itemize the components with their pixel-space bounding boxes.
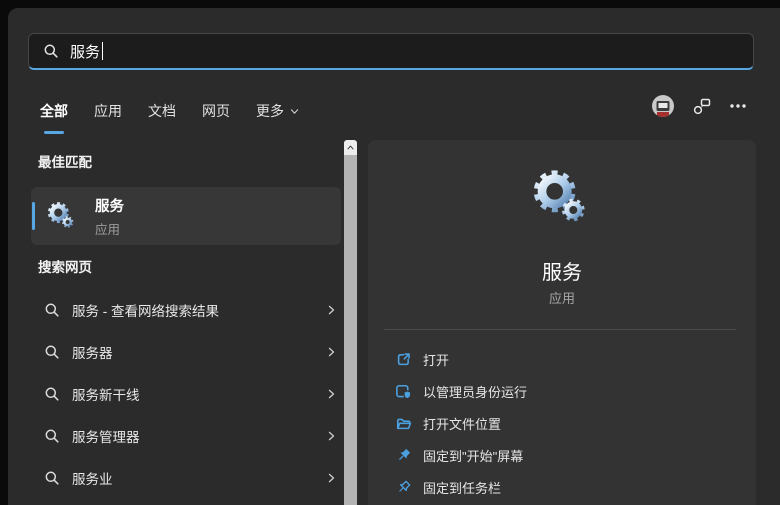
folder-icon <box>396 418 412 429</box>
services-gears-icon-large <box>528 166 592 230</box>
user-avatar[interactable] <box>651 94 675 118</box>
services-gears-icon <box>45 200 77 232</box>
search-web-header: 搜索网页 <box>38 260 92 275</box>
chevron-right-icon[interactable] <box>325 388 338 401</box>
action-pin-to-start[interactable]: 固定到"开始"屏幕 <box>368 439 756 471</box>
search-icon <box>44 386 60 402</box>
run-as-admin-icon <box>396 384 412 399</box>
tab-label: 网页 <box>202 103 230 119</box>
suggestion-label: 服务管理器 <box>72 430 140 445</box>
tab-label: 全部 <box>40 103 68 119</box>
suggestion-label: 服务新干线 <box>72 388 140 403</box>
chevron-down-icon <box>290 108 299 114</box>
app-actions-list: 打开 以管理员身份运行 打开文件位置 固定到"开始"屏幕 固定到任务栏 <box>368 343 756 503</box>
search-icon <box>44 344 60 360</box>
best-match-header: 最佳匹配 <box>38 155 92 170</box>
action-label: 以管理员身份运行 <box>423 384 528 400</box>
search-icon <box>44 428 60 444</box>
action-label: 打开文件位置 <box>423 416 502 432</box>
chevron-right-icon[interactable] <box>325 304 338 317</box>
divider <box>384 329 736 330</box>
person-chat-icon[interactable] <box>691 96 712 117</box>
tab-label: 应用 <box>94 103 122 119</box>
search-box[interactable]: 服务 <box>28 33 754 70</box>
chevron-right-icon[interactable] <box>325 472 338 485</box>
scroll-up-button[interactable] <box>344 140 357 155</box>
search-icon <box>44 470 60 486</box>
best-match-title: 服务 <box>95 198 124 215</box>
app-detail-panel: 服务 应用 打开 以管理员身份运行 打开文件位置 固定到"开始"屏幕 固定到任务… <box>368 140 756 505</box>
windows-search-flyout: 服务 全部 应用 文档 网页 更多 最佳匹配 服务 应用 搜索网页 服务 - 查… <box>8 8 780 505</box>
pin-outline-icon <box>399 480 411 492</box>
tab-all[interactable]: 全部 <box>40 101 68 125</box>
web-suggestion-row[interactable]: 服务新干线 <box>24 374 350 414</box>
suggestion-label: 服务 - 查看网络搜索结果 <box>72 304 219 319</box>
web-suggestion-row[interactable]: 服务管理器 <box>24 416 350 456</box>
chevron-right-icon[interactable] <box>325 346 338 359</box>
results-scrollbar[interactable] <box>344 140 357 505</box>
app-subtitle: 应用 <box>548 291 575 306</box>
suggestion-label: 服务业 <box>72 472 113 487</box>
search-icon <box>43 43 59 59</box>
best-match-subtitle: 应用 <box>95 222 121 237</box>
results-pane: 最佳匹配 服务 应用 搜索网页 服务 - 查看网络搜索结果 服务器 服务新干线 … <box>24 140 350 500</box>
chevron-up-icon <box>347 145 354 150</box>
open-icon <box>397 352 410 365</box>
web-suggestion-row[interactable]: 服务业 <box>24 458 350 498</box>
action-label: 打开 <box>423 352 450 368</box>
app-title: 服务 <box>542 262 582 284</box>
tab-apps[interactable]: 应用 <box>94 101 122 125</box>
chevron-right-icon[interactable] <box>325 430 338 443</box>
tab-label: 文档 <box>148 103 176 119</box>
action-open[interactable]: 打开 <box>368 343 756 375</box>
text-caret <box>102 42 104 60</box>
web-suggestions-list: 服务 - 查看网络搜索结果 服务器 服务新干线 服务管理器 服务业 <box>24 290 350 498</box>
action-open-file-location[interactable]: 打开文件位置 <box>368 407 756 439</box>
web-suggestion-row[interactable]: 服务 - 查看网络搜索结果 <box>24 290 350 330</box>
action-label: 固定到任务栏 <box>423 480 502 496</box>
tab-web[interactable]: 网页 <box>202 101 230 125</box>
tab-label: 更多 <box>256 103 284 119</box>
suggestion-label: 服务器 <box>72 346 113 361</box>
tab-documents[interactable]: 文档 <box>148 101 176 125</box>
pin-filled-icon <box>399 448 411 460</box>
selection-accent-bar <box>32 202 35 230</box>
action-run-as-admin[interactable]: 以管理员身份运行 <box>368 375 756 407</box>
action-label: 固定到"开始"屏幕 <box>423 448 524 464</box>
more-options-icon[interactable] <box>728 98 748 114</box>
action-pin-to-taskbar[interactable]: 固定到任务栏 <box>368 471 756 503</box>
best-match-item[interactable]: 服务 应用 <box>31 187 341 245</box>
tab-more[interactable]: 更多 <box>256 101 300 125</box>
scrollbar-thumb[interactable] <box>344 155 357 505</box>
search-icon <box>44 302 60 318</box>
search-input-value[interactable]: 服务 <box>70 41 100 62</box>
web-suggestion-row[interactable]: 服务器 <box>24 332 350 372</box>
